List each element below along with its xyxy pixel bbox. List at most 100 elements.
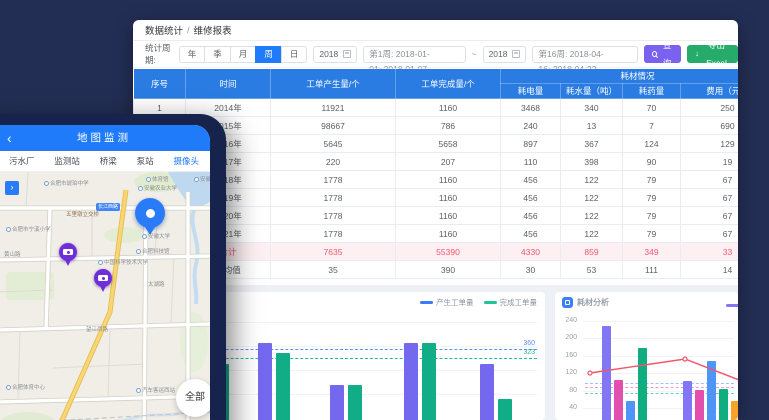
selected-location-pin[interactable] [135,198,165,228]
table-cell: 3468 [501,99,561,117]
table-cell: 1160 [396,99,501,117]
table-cell: 14 [681,261,739,279]
legend-item-完成工单量[interactable]: 完成工单量 [484,297,538,308]
table-cell: 1778 [271,189,396,207]
table-cell: 456 [501,225,561,243]
period-option-年[interactable]: 年 [179,46,206,63]
table-cell: 55390 [396,243,501,261]
col-header-sub-2: 耗药量 [623,84,681,99]
table-cell: 129 [681,135,739,153]
search-icon [652,51,657,57]
range-separator: ~ [472,49,477,59]
table-cell: 111 [623,261,681,279]
period-option-日[interactable]: 日 [281,46,308,63]
legend-label: 产生工单量 [436,297,474,308]
phone-tab-污水厂[interactable]: 污水厂 [9,155,35,167]
week-start-input[interactable]: 第1周: 2018-01-01~2018-01-07 [363,46,465,63]
table-cell: 250 [681,99,739,117]
table-cell: 11921 [271,99,396,117]
table-cell: 1160 [396,207,501,225]
workorder-bar [422,343,436,420]
export-button-label: 导出Excel [703,36,730,72]
table-cell: 4330 [501,243,561,261]
reference-line-label: 360 [523,340,535,347]
table-cell: 19 [681,153,739,171]
table-cell: 456 [501,207,561,225]
table-cell: 5658 [396,135,501,153]
table-cell: 79 [623,189,681,207]
export-excel-button[interactable]: ↓ 导出Excel [687,45,738,63]
col-header-completed: 工单完成量/个 [396,69,501,99]
table-cell: 122 [561,225,623,243]
table-cell: 367 [561,135,623,153]
map-label: 体育馆 [146,177,169,183]
workorder-bar [258,343,272,420]
workorder-bar [480,364,494,420]
table-cell: 35 [271,261,396,279]
show-all-button[interactable]: 全部 [176,379,210,417]
map-label: 太湖路 [148,282,165,288]
table-cell: 98667 [271,117,396,135]
breadcrumb: 数据统计 / 维修报表 [133,20,738,41]
table-cell: 90 [623,153,681,171]
camera-lens-dot [102,277,105,280]
trend-line [555,292,738,420]
table-cell: 124 [623,135,681,153]
table-cell: 110 [501,153,561,171]
table-cell: 67 [681,207,739,225]
table-cell: 33 [681,243,739,261]
filter-bar: 统计周期: 年季月周日 2018 第1周: 2018-01-01~2018-01… [133,41,738,68]
query-button[interactable]: 查询 [644,45,681,63]
phone-tab-泵站[interactable]: 泵站 [137,155,154,167]
table-cell: 53 [561,261,623,279]
breadcrumb-section[interactable]: 数据统计 [145,23,183,37]
phone-header: ‹ 地图监测 [0,125,210,151]
map-label: 望江西路 [86,327,108,333]
table-cell: 1160 [396,171,501,189]
table-cell: 1778 [271,225,396,243]
period-option-周[interactable]: 周 [255,46,282,63]
table-cell: 79 [623,207,681,225]
workorder-bar [330,385,344,420]
year-start-select[interactable]: 2018 [313,46,357,63]
phone-tab-桥梁[interactable]: 桥梁 [100,155,117,167]
phone-page-title: 地图监测 [0,125,210,151]
table-cell: 786 [396,117,501,135]
legend-item-产生工单量[interactable]: 产生工单量 [420,297,474,308]
map-label: 中国科学技术大学 [98,260,148,266]
phone-tab-摄像头[interactable]: 摄像头 [173,155,199,167]
workorder-bar [348,385,362,420]
table-cell: 67 [681,189,739,207]
calendar-icon [512,50,520,58]
table-cell: 207 [396,153,501,171]
map-label: 五里墩立交桥 [66,212,99,218]
map-label: 合肥科技馆 [136,249,170,255]
table-row: 12014年119211160346834070250 [134,99,739,117]
table-cell: 1778 [271,171,396,189]
table-cell: 220 [271,153,396,171]
table-cell: 349 [623,243,681,261]
period-option-季[interactable]: 季 [204,46,231,63]
reference-line-label: 323 [523,349,535,356]
table-cell: 456 [501,171,561,189]
week-end-input[interactable]: 第16周: 2018-04-16~2018-04-22 [532,46,638,63]
map-label: 汽车客运西站 [136,388,175,394]
camera-marker[interactable] [59,243,77,261]
table-cell: 1160 [396,189,501,207]
workorder-bar [404,343,418,420]
map-label: 合肥市宁溪小学 [6,227,51,233]
screenshot-stage: 数据统计 / 维修报表 统计周期: 年季月周日 2018 第1周: 2018-0… [0,0,769,420]
workorder-bar [498,399,512,420]
table-cell: 70 [623,99,681,117]
breadcrumb-page: 维修报表 [194,23,232,37]
camera-marker[interactable] [94,269,112,287]
period-option-月[interactable]: 月 [230,46,257,63]
back-icon[interactable]: ‹ [7,128,12,148]
year-end-select[interactable]: 2018 [483,46,527,63]
phone-tab-监测站[interactable]: 监测站 [54,155,80,167]
table-cell: 240 [501,117,561,135]
consumable-chart-card: 耗材分析 2402001601208040 [555,292,738,420]
panel-expander[interactable]: › [5,181,19,195]
legend-swatch [420,301,433,304]
map-view[interactable]: 合肥市琥珀中学体育馆安徽农业大学安徽省博物馆长江西路五里墩立交桥合肥市宁溪小学黄… [0,172,210,420]
